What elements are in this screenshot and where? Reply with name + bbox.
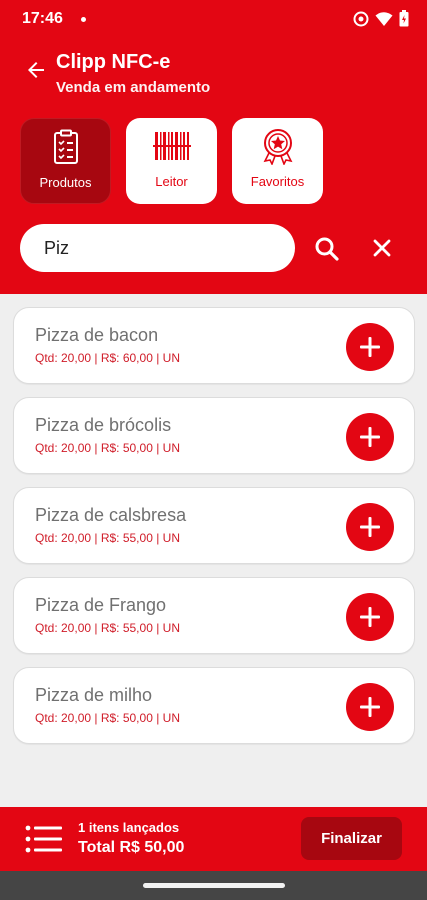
- close-icon[interactable]: [372, 238, 392, 258]
- page-subtitle: Venda em andamento: [56, 79, 211, 96]
- items-count-text: 1 itens lançados: [78, 820, 180, 835]
- data-saver-icon: [353, 11, 369, 26]
- product-list: Pizza de bacon Qtd: 20,00 | R$: 60,00 | …: [13, 307, 415, 757]
- tab-produtos-label: Produtos: [39, 175, 92, 190]
- tab-leitor-label: Leitor: [155, 174, 188, 189]
- system-navigation-bar: [0, 871, 427, 900]
- search-input[interactable]: [44, 236, 274, 260]
- product-info: Qtd: 20,00 | R$: 55,00 | UN: [35, 531, 180, 545]
- product-info: Qtd: 20,00 | R$: 60,00 | UN: [35, 351, 180, 365]
- product-info: Qtd: 20,00 | R$: 50,00 | UN: [35, 711, 180, 725]
- list-item[interactable]: Pizza de milho Qtd: 20,00 | R$: 50,00 | …: [13, 667, 415, 744]
- add-product-button[interactable]: [346, 323, 394, 371]
- search-icon[interactable]: [314, 236, 340, 262]
- page-title: Clipp NFC-e: [56, 51, 171, 73]
- wifi-icon: [375, 11, 393, 26]
- tab-favoritos[interactable]: Favoritos: [232, 118, 323, 204]
- list-item[interactable]: Pizza de calsbresa Qtd: 20,00 | R$: 55,0…: [13, 487, 415, 564]
- product-name: Pizza de bacon: [35, 325, 159, 345]
- finalize-button[interactable]: Finalizar: [301, 817, 402, 860]
- barcode-icon: [152, 132, 191, 160]
- product-name: Pizza de calsbresa: [35, 505, 187, 525]
- add-product-button[interactable]: [346, 683, 394, 731]
- list-item[interactable]: Pizza de brócolis Qtd: 20,00 | R$: 50,00…: [13, 397, 415, 474]
- status-time: 17:46: [22, 10, 63, 27]
- tab-favoritos-label: Favoritos: [250, 174, 305, 189]
- tab-leitor[interactable]: Leitor: [126, 118, 217, 204]
- product-info: Qtd: 20,00 | R$: 50,00 | UN: [35, 441, 180, 455]
- search-box[interactable]: [20, 224, 295, 272]
- back-arrow-icon[interactable]: [24, 58, 48, 82]
- total-amount-text: Total R$ 50,00: [78, 839, 185, 856]
- battery-icon: [399, 10, 409, 27]
- add-product-button[interactable]: [346, 413, 394, 461]
- add-product-button[interactable]: [346, 593, 394, 641]
- list-menu-icon[interactable]: [25, 824, 63, 854]
- list-item[interactable]: Pizza de Frango Qtd: 20,00 | R$: 55,00 |…: [13, 577, 415, 654]
- tab-bar: Produtos Leitor Favoritos: [20, 118, 323, 204]
- product-name: Pizza de brócolis: [35, 415, 172, 435]
- notification-dot-icon: [81, 17, 86, 22]
- list-item[interactable]: Pizza de bacon Qtd: 20,00 | R$: 60,00 | …: [13, 307, 415, 384]
- status-bar: 17:46: [0, 0, 427, 38]
- product-name: Pizza de milho: [35, 685, 153, 705]
- home-gesture-handle[interactable]: [143, 883, 285, 888]
- tab-produtos[interactable]: Produtos: [20, 118, 111, 204]
- status-icons: [353, 10, 409, 27]
- product-name: Pizza de Frango: [35, 595, 167, 615]
- add-product-button[interactable]: [346, 503, 394, 551]
- clipboard-list-icon: [53, 129, 78, 164]
- award-star-icon: [263, 129, 292, 165]
- app-header: Clipp NFC-e Venda em andamento Produtos: [0, 38, 427, 294]
- sale-summary-bar: 1 itens lançados Total R$ 50,00 Finaliza…: [0, 807, 427, 871]
- product-info: Qtd: 20,00 | R$: 55,00 | UN: [35, 621, 180, 635]
